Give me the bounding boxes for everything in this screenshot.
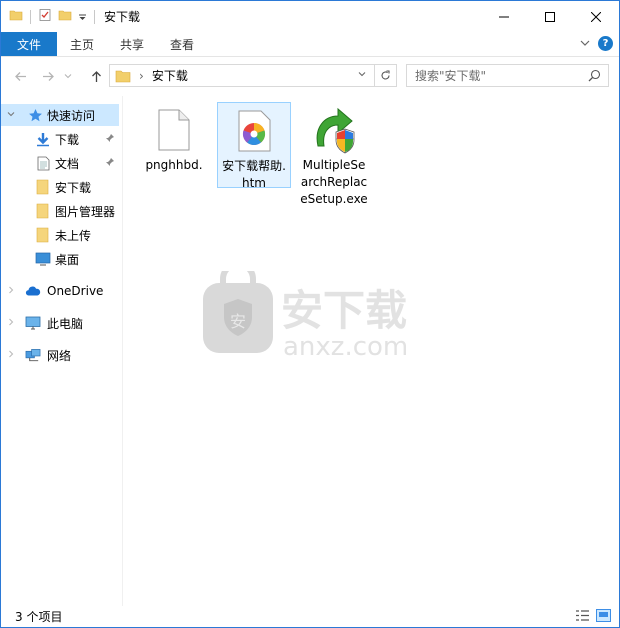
nav-item-anxiazai[interactable]: 安下载 — [1, 176, 119, 198]
tab-home[interactable]: 主页 — [57, 32, 107, 56]
forward-button[interactable] — [37, 65, 59, 87]
nav-label: 未上传 — [55, 228, 92, 243]
quick-access-toolbar — [1, 8, 96, 25]
chevron-down-icon[interactable] — [358, 70, 366, 78]
search-box[interactable]: 搜索"安下载" — [406, 64, 609, 87]
file-item[interactable]: pnghhbd. — [137, 102, 211, 174]
tab-share[interactable]: 共享 — [107, 32, 157, 56]
explorer-window: 安下载 文件 主页 共享 查看 ? › 安下载 搜索"安下载" 快速访问 下载 … — [0, 0, 620, 628]
up-button[interactable] — [85, 65, 107, 87]
close-icon — [591, 11, 601, 22]
nav-label: OneDrive — [47, 284, 104, 298]
nav-onedrive[interactable]: OneDrive — [1, 280, 119, 302]
window-title: 安下载 — [104, 10, 141, 24]
refresh-icon — [381, 70, 390, 80]
network-icon — [25, 347, 41, 363]
search-icon[interactable] — [588, 69, 601, 85]
refresh-button[interactable] — [374, 65, 396, 86]
chevron-right-icon[interactable] — [7, 318, 15, 329]
svg-text:安: 安 — [230, 312, 246, 331]
back-arrow-icon — [14, 71, 26, 81]
status-bar: 3 个项目 — [1, 606, 619, 627]
item-count: 3 个项目 — [15, 610, 63, 624]
expand-ribbon-icon[interactable] — [580, 37, 590, 51]
toolbar-separator — [30, 9, 31, 24]
cloud-icon — [25, 283, 41, 299]
forward-arrow-icon — [42, 71, 54, 81]
file-item[interactable]: MultipleSearchReplaceSetup.exe — [297, 102, 371, 208]
watermark-logo: 安 安下载 anxz.com — [201, 261, 431, 362]
computer-icon — [25, 315, 41, 331]
nav-label: 下载 — [55, 132, 80, 147]
ribbon-controls: ? — [580, 36, 613, 51]
nav-label: 文档 — [55, 156, 80, 171]
nav-item-desktop[interactable]: 桌面 — [1, 248, 119, 270]
nav-item-not-uploaded[interactable]: 未上传 — [1, 224, 119, 246]
document-icon — [35, 155, 51, 171]
recent-locations-button[interactable] — [61, 65, 75, 87]
breadcrumb-item[interactable]: 安下载 — [152, 67, 188, 84]
nav-network[interactable]: 网络 — [1, 344, 119, 366]
file-name: 安下载帮助.htm — [222, 159, 286, 190]
file-item[interactable]: 安下载帮助.htm — [217, 102, 291, 190]
chevron-down-icon[interactable] — [7, 110, 15, 121]
download-icon — [35, 131, 51, 147]
pin-icon[interactable] — [105, 133, 115, 146]
back-button[interactable] — [9, 65, 31, 87]
chevron-right-icon[interactable] — [7, 350, 15, 361]
folder-icon — [35, 227, 51, 243]
minimize-icon — [499, 16, 509, 17]
nav-this-pc[interactable]: 此电脑 — [1, 312, 119, 334]
nav-label: 此电脑 — [47, 316, 84, 331]
nav-item-image-manager[interactable]: 图片管理器 — [1, 200, 119, 222]
desktop-icon — [35, 251, 51, 267]
folder-icon — [115, 69, 131, 83]
ribbon-tabs: 文件 主页 共享 查看 ? — [1, 32, 619, 57]
htm-file-icon — [230, 107, 278, 155]
blank-file-icon — [150, 106, 198, 154]
chevron-down-icon — [64, 74, 72, 79]
installer-icon — [310, 106, 358, 154]
details-view-icon[interactable] — [575, 609, 590, 625]
address-row: › 安下载 搜索"安下载" — [1, 58, 619, 94]
folder-icon — [35, 203, 51, 219]
help-icon[interactable]: ? — [598, 36, 613, 51]
nav-label: 桌面 — [55, 252, 80, 267]
minimize-button[interactable] — [481, 1, 527, 32]
tab-file[interactable]: 文件 — [1, 32, 58, 56]
navigation-pane: 快速访问 下载 文档 安下载 图片管理器 未上传 桌面 OneDrive 此电脑… — [1, 96, 123, 606]
nav-label: 安下载 — [55, 180, 92, 195]
chevron-right-icon[interactable] — [7, 286, 15, 297]
nav-label: 网络 — [47, 348, 72, 363]
toolbar-separator — [94, 9, 95, 24]
pin-icon[interactable] — [105, 157, 115, 170]
svg-text:安下载: 安下载 — [281, 286, 407, 335]
maximize-icon — [545, 11, 555, 22]
close-button[interactable] — [573, 1, 619, 32]
new-folder-icon[interactable] — [58, 8, 72, 25]
window-controls — [481, 1, 619, 32]
maximize-button[interactable] — [527, 1, 573, 32]
title-bar: 安下载 — [1, 1, 619, 32]
tab-view[interactable]: 查看 — [157, 32, 207, 56]
nav-item-documents[interactable]: 文档 — [1, 152, 119, 174]
file-name: MultipleSearchReplaceSetup.exe — [300, 158, 368, 206]
chevron-down-icon[interactable] — [78, 10, 87, 24]
file-name: pnghhbd. — [145, 158, 203, 172]
properties-icon[interactable] — [38, 8, 52, 25]
folder-icon — [35, 179, 51, 195]
nav-quick-access[interactable]: 快速访问 — [1, 104, 119, 126]
search-placeholder: 搜索"安下载" — [415, 69, 487, 83]
address-bar[interactable]: › 安下载 — [109, 64, 397, 87]
star-icon — [27, 107, 43, 123]
nav-item-downloads[interactable]: 下载 — [1, 128, 119, 150]
breadcrumb-separator[interactable]: › — [139, 69, 144, 83]
large-icons-view-icon[interactable] — [596, 609, 611, 625]
svg-text:anxz.com: anxz.com — [283, 332, 408, 361]
nav-label: 图片管理器 — [55, 204, 116, 219]
up-arrow-icon — [91, 70, 101, 82]
view-toggle — [575, 609, 611, 625]
folder-icon[interactable] — [9, 8, 23, 25]
nav-label: 快速访问 — [47, 108, 96, 123]
